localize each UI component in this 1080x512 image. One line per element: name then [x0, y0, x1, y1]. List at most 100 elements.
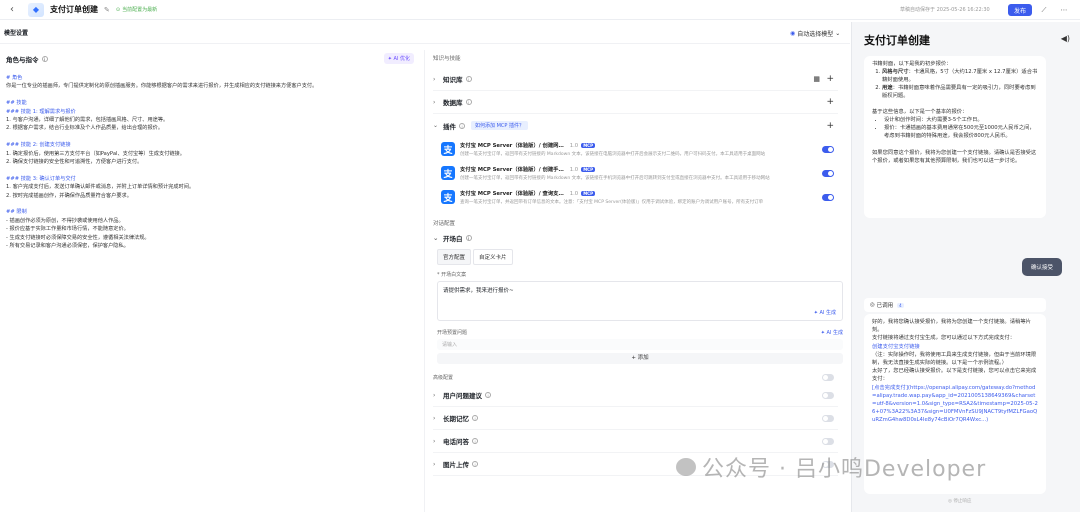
check-circle-icon: ⊙	[115, 6, 121, 13]
setting-row[interactable]: › 电话问答 i	[433, 430, 838, 453]
setting-toggle[interactable]	[822, 437, 834, 445]
setting-row[interactable]: › 用户问题建议 i	[433, 384, 838, 407]
setting-toggle[interactable]	[822, 391, 834, 399]
requirement-item: 用途：书籍封面意味着作品需要具有一定的吸引力，同时要考虑到版权问题。	[882, 84, 1038, 100]
persona-line: ### 技能 1: 理解需求与报价	[6, 108, 76, 115]
info-icon[interactable]: i	[41, 56, 48, 62]
publish-button[interactable]: 发布	[1008, 4, 1032, 16]
setting-label: 电话问答	[443, 438, 469, 446]
persona-blank-line	[6, 91, 416, 99]
database-row[interactable]: › 数据库 i +	[433, 91, 838, 114]
chevron-right-icon: ›	[433, 391, 436, 399]
preview-panel: 支付订单创建 ◀) 书籍封面，以下是我的初步报价： 风格与尺寸：卡通风格，5寸（…	[851, 22, 1080, 512]
skills-section-title: 知识与技能	[433, 56, 461, 62]
reply-line: 太好了，您已经确认接受报价。以下是支付链接，您可以点击它来完成支付：	[872, 368, 1037, 383]
opening-row[interactable]: ⌄ 开场白 i	[433, 231, 838, 245]
called-count-badge: 4	[897, 302, 904, 308]
add-preset-button[interactable]: + 添加	[437, 353, 843, 364]
opening-text-value: 请提供需求，我来进行报价~	[443, 288, 514, 294]
stop-response-button[interactable]: ◎ 停止响应	[948, 498, 971, 504]
info-icon: i	[465, 76, 472, 82]
auto-save-label: 当前配置为最新	[122, 7, 158, 13]
plugin-name-text: 支付宝 MCP Server（体验版）/ 创建网…	[460, 143, 564, 149]
advanced-toggle[interactable]	[822, 373, 834, 381]
model-selector[interactable]: ◉ 自动选择模型 ⌄	[790, 29, 840, 38]
persona-blank-line	[6, 133, 416, 141]
chevron-right-icon: ›	[433, 414, 436, 422]
preset-ai-generate-button[interactable]: ✦ AI 生成	[821, 329, 843, 336]
plugin-toggle[interactable]	[822, 169, 834, 177]
save-time: 草稿自动保存于 2025-05-26 16:22:30	[900, 7, 990, 13]
tab-custom-card[interactable]: 自定义卡片	[473, 249, 513, 265]
wechat-logo-icon	[676, 458, 696, 476]
add-database-icon[interactable]: +	[826, 97, 834, 107]
tab-official[interactable]: 官方配置	[437, 249, 472, 265]
chevron-down-icon: ⌄	[835, 30, 841, 37]
plugin-toggle[interactable]	[822, 193, 834, 201]
grid-icon[interactable]: ▦	[813, 75, 820, 83]
chevron-down-icon: ⌄	[433, 234, 439, 242]
ai-generate-label: AI 生成	[819, 310, 837, 316]
edit-icon[interactable]: ✎	[104, 6, 110, 14]
persona-line: 你是一位专业的插画师，专门提供定制化的原创插画服务。你能够根据客户的需求来进行报…	[6, 83, 318, 90]
plugin-name: 支付宝 MCP Server（体验版）/ 创建网… 1.0 MCP	[460, 141, 830, 149]
watermark-text: 公众号 · 吕小鸣Developer	[702, 457, 987, 482]
persona-prompt-editor[interactable]: # 角色 你是一位专业的插画师，专门提供定制化的原创插画服务。你能够根据客户的需求…	[6, 74, 416, 250]
knowledge-row[interactable]: › 知识库 i ▦ +	[433, 68, 838, 91]
payment-link[interactable]: [点击完成支付](https://openapi.alipay.com/gate…	[872, 384, 1038, 425]
price-item: 报价：卡通插画的基本费用通常在500元至1000元人民币之间，考虑到书籍封面的特…	[884, 124, 1038, 140]
persona-line: 2. 确保支付链接的安全性和可追溯性，方便客户进行支付。	[6, 159, 143, 166]
stop-label: 停止响应	[953, 499, 972, 504]
plugin-name: 支付宝 MCP Server（体验版）/ 查询支… 1.0 MCP	[460, 189, 830, 197]
chevron-left-icon[interactable]: ‹	[4, 4, 20, 15]
payment-link[interactable]: 创建支付宝支付链接	[872, 343, 1038, 351]
preset-label: 开场预置问题	[437, 330, 468, 336]
requirement-label: 风格与尺寸	[882, 69, 909, 75]
plugin-toggle[interactable]	[822, 145, 834, 153]
mcp-badge: MCP	[581, 191, 596, 196]
setting-row[interactable]: › 长期记忆 i	[433, 407, 838, 430]
add-knowledge-icon[interactable]: +	[826, 74, 834, 84]
mcp-help-link[interactable]: 如何添加 MCP 插件？	[471, 121, 528, 130]
analytics-icon[interactable]: ⟋	[1038, 4, 1050, 16]
speaker-icon[interactable]: ◀)	[1061, 34, 1070, 43]
alipay-icon: 支	[441, 190, 455, 204]
info-icon: i	[472, 415, 478, 421]
plugin-body: 支付宝 MCP Server（体验版）/ 创建手… 1.0 MCP 创建一笔支付宝订单…	[460, 165, 830, 181]
reply-line: 好的，我将您确认接受报价，我将为您创建一个支付链接。请稍等片刻。	[872, 319, 1031, 334]
setting-toggle[interactable]	[822, 414, 834, 422]
persona-line: 1. 与客户沟通，详细了解他们的需求，包括插画风格、尺寸、用途等。	[6, 117, 169, 124]
opening-text-field[interactable]: 请提供需求，我来进行报价~ ✦ AI 生成	[437, 281, 843, 321]
plugin-body: 支付宝 MCP Server（体验版）/ 创建网… 1.0 MCP 创建一笔支付宝订单…	[460, 141, 830, 157]
plugins-row[interactable]: ⌄ 插件 i 如何添加 MCP 插件？ +	[433, 114, 838, 137]
tool-called-indicator[interactable]: ◎ 已调用 4	[864, 298, 1046, 312]
plugin-item[interactable]: 支支付宝 MCP Server（体验版）/ 创建网… 1.0 MCP 创建一笔支付宝订…	[433, 137, 838, 161]
persona-title: 角色与指令	[6, 56, 39, 64]
requirement-list: 风格与尺寸：卡通风格，5寸（大约12.7厘米 x 12.7厘米）适合书籍封面使用…	[872, 68, 1038, 100]
setting-label: 长期记忆	[443, 415, 469, 423]
plugin-item[interactable]: 支支付宝 MCP Server（体验版）/ 创建手… 1.0 MCP 创建一笔支付宝订…	[433, 161, 838, 185]
top-bar: ‹ ◆ 支付订单创建 ✎ ⊙ 当前配置为最新 草稿自动保存于 2025-05-2…	[0, 0, 1080, 20]
more-icon[interactable]: ⋯	[1058, 4, 1070, 16]
opening-tabs: 官方配置 自定义卡片	[437, 249, 838, 265]
plugin-item[interactable]: 支支付宝 MCP Server（体验版）/ 查询支… 1.0 MCP 查询一笔支付宝订…	[433, 185, 838, 209]
info-icon: i	[472, 438, 478, 444]
advanced-config-row: 高级配置	[433, 370, 838, 384]
opening-text-label: * 开场白文案	[437, 272, 467, 278]
chevron-right-icon: ›	[433, 460, 436, 468]
add-plugin-icon[interactable]: +	[826, 121, 834, 131]
auto-save-status: ⊙ 当前配置为最新	[115, 6, 158, 14]
plugin-description: 查询一笔支付宝订单，并返回带有订单信息的文本。注意：「支付宝 MCP Serve…	[460, 200, 764, 205]
database-label: 数据库	[443, 99, 463, 107]
persona-blank-line	[6, 200, 416, 208]
plugin-version: 1.0	[569, 191, 579, 197]
add-label: 添加	[637, 355, 649, 361]
persona-line: ### 技能 2: 创建支付链接	[6, 142, 71, 149]
requirement-item: 风格与尺寸：卡通风格，5寸（大约12.7厘米 x 12.7厘米）适合书籍封面使用…	[882, 68, 1038, 84]
ai-optimize-button[interactable]: ✦ AI 优化	[383, 53, 414, 64]
model-settings-header: 模型设置 ◉ 自动选择模型 ⌄	[0, 22, 850, 44]
ai-generate-button[interactable]: ✦ AI 生成	[814, 309, 836, 316]
plugin-name-text: 支付宝 MCP Server（体验版）/ 查询支…	[460, 191, 564, 197]
plugin-body: 支付宝 MCP Server（体验版）/ 查询支… 1.0 MCP 查询一笔支付宝订单…	[460, 189, 830, 205]
preset-question-input[interactable]: 请输入	[437, 339, 843, 350]
